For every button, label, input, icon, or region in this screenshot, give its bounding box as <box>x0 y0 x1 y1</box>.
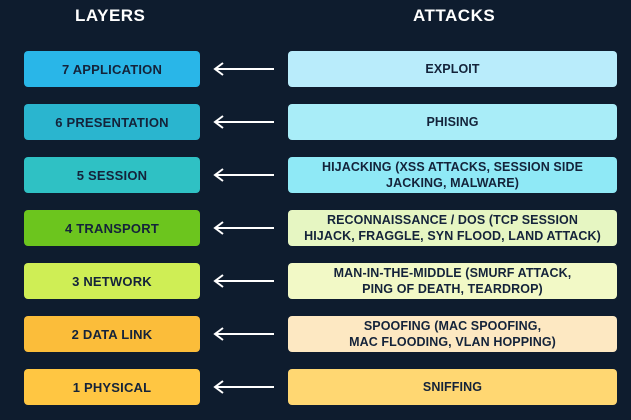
attack-box: MAN-IN-THE-MIDDLE (SMURF ATTACK, PING OF … <box>288 263 617 299</box>
arrow-left-icon <box>208 316 278 352</box>
attack-line: PING OF DEATH, TEARDROP) <box>362 282 543 296</box>
attack-line: EXPLOIT <box>425 62 480 76</box>
layer-box: 7 APPLICATION <box>24 51 200 87</box>
layer-box: 2 DATA LINK <box>24 316 200 352</box>
attack-box: SPOOFING (MAC SPOOFING, MAC FLOODING, VLA… <box>288 316 617 352</box>
attack-text: EXPLOIT <box>425 61 479 77</box>
attack-line: MAN-IN-THE-MIDDLE (SMURF ATTACK, <box>333 266 572 280</box>
attack-text: RECONNAISSANCE / DOS (TCP SESSION HIJACK,… <box>304 212 601 244</box>
arrow-left-icon <box>208 51 278 87</box>
layer-box: 1 PHYSICAL <box>24 369 200 405</box>
osi-attack-diagram: LAYERS ATTACKS 7 APPLICATION EXPLOIT 6 PRE… <box>0 0 631 420</box>
attack-line: SNIFFING <box>422 380 483 394</box>
layer-box: 3 NETWORK <box>24 263 200 299</box>
arrow-left-icon <box>208 157 278 193</box>
layers-header: LAYERS <box>75 6 146 25</box>
attack-text: PHISING <box>426 114 478 130</box>
attack-text: SNIFFING <box>423 379 482 395</box>
arrow-left-icon <box>208 369 278 405</box>
attack-line: JACKING, MALWARE) <box>386 176 519 190</box>
layer-box: 5 SESSION <box>24 157 200 193</box>
arrow-left-icon <box>208 104 278 140</box>
attack-line: HIJACKING (XSS ATTACKS, SESSION SIDE <box>321 160 584 174</box>
attack-line: SPOOFING (MAC SPOOFING, <box>363 319 542 333</box>
attack-line: PHISING <box>426 115 479 129</box>
arrow-left-icon <box>208 263 278 299</box>
attack-box: SNIFFING <box>288 369 617 405</box>
layer-box: 6 PRESENTATION <box>24 104 200 140</box>
attack-line: RECONNAISSANCE / DOS (TCP SESSION <box>326 213 579 227</box>
attacks-header: ATTACKS <box>413 6 496 25</box>
attack-line: MAC FLOODING, VLAN HOPPING) <box>349 335 556 349</box>
arrow-left-icon <box>208 210 278 246</box>
attack-box: RECONNAISSANCE / DOS (TCP SESSION HIJACK,… <box>288 210 617 246</box>
attack-box: EXPLOIT <box>288 51 617 87</box>
attack-text: MAN-IN-THE-MIDDLE (SMURF ATTACK, PING OF … <box>334 265 572 297</box>
attack-text: SPOOFING (MAC SPOOFING, MAC FLOODING, VLA… <box>349 318 556 350</box>
attack-box: HIJACKING (XSS ATTACKS, SESSION SIDE JACK… <box>288 157 617 193</box>
attack-text: HIJACKING (XSS ATTACKS, SESSION SIDE JACK… <box>322 159 583 191</box>
attack-line: HIJACK, FRAGGLE, SYN FLOOD, LAND ATTACK) <box>304 229 601 243</box>
attack-box: PHISING <box>288 104 617 140</box>
layer-box: 4 TRANSPORT <box>24 210 200 246</box>
